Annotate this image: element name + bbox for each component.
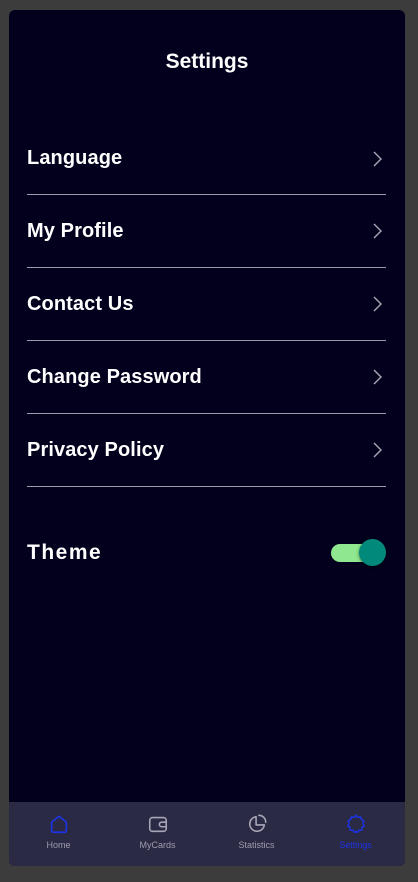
- menu-item-label: My Profile: [27, 219, 124, 242]
- chevron-right-icon: [373, 223, 382, 239]
- nav-item-settings[interactable]: Settings: [306, 802, 405, 866]
- menu-item-contact-us[interactable]: Contact Us: [27, 268, 386, 341]
- gear-icon: [346, 814, 365, 834]
- menu-item-label: Change Password: [27, 365, 202, 388]
- nav-label: MyCards: [139, 840, 176, 850]
- chevron-right-icon: [373, 442, 382, 458]
- menu-item-label: Privacy Policy: [27, 438, 165, 461]
- chevron-right-icon: [373, 369, 382, 385]
- toggle-thumb: [359, 539, 386, 566]
- theme-row: Theme: [27, 533, 386, 573]
- nav-item-statistics[interactable]: Statistics: [207, 802, 306, 866]
- nav-label: Statistics: [238, 840, 275, 850]
- chevron-right-icon: [373, 151, 382, 166]
- menu-item-my-profile[interactable]: My Profile: [27, 195, 386, 268]
- bottom-nav: Home MyCards Statistics Settings: [9, 802, 405, 866]
- wallet-icon: [148, 816, 167, 833]
- menu-item-label: Contact Us: [27, 292, 134, 315]
- menu-item-language[interactable]: Language: [27, 123, 386, 195]
- menu-item-change-password[interactable]: Change Password: [27, 341, 386, 414]
- home-icon: [50, 815, 67, 834]
- nav-item-home[interactable]: Home: [9, 802, 108, 866]
- settings-screen: Settings Language My Profile Contact Us …: [9, 10, 405, 866]
- nav-item-mycards[interactable]: MyCards: [108, 802, 207, 866]
- theme-label: Theme: [27, 541, 103, 564]
- menu-item-privacy-policy[interactable]: Privacy Policy: [27, 414, 386, 487]
- pie-chart-icon: [248, 814, 266, 833]
- theme-toggle[interactable]: [330, 539, 386, 567]
- menu-item-label: Language: [27, 147, 123, 169]
- header: Settings: [9, 10, 405, 114]
- chevron-right-icon: [373, 296, 382, 312]
- settings-menu: Language My Profile Contact Us Change Pa…: [27, 123, 386, 487]
- nav-label: Home: [46, 840, 71, 850]
- nav-label: Settings: [339, 840, 372, 850]
- page-title: Settings: [165, 50, 249, 73]
